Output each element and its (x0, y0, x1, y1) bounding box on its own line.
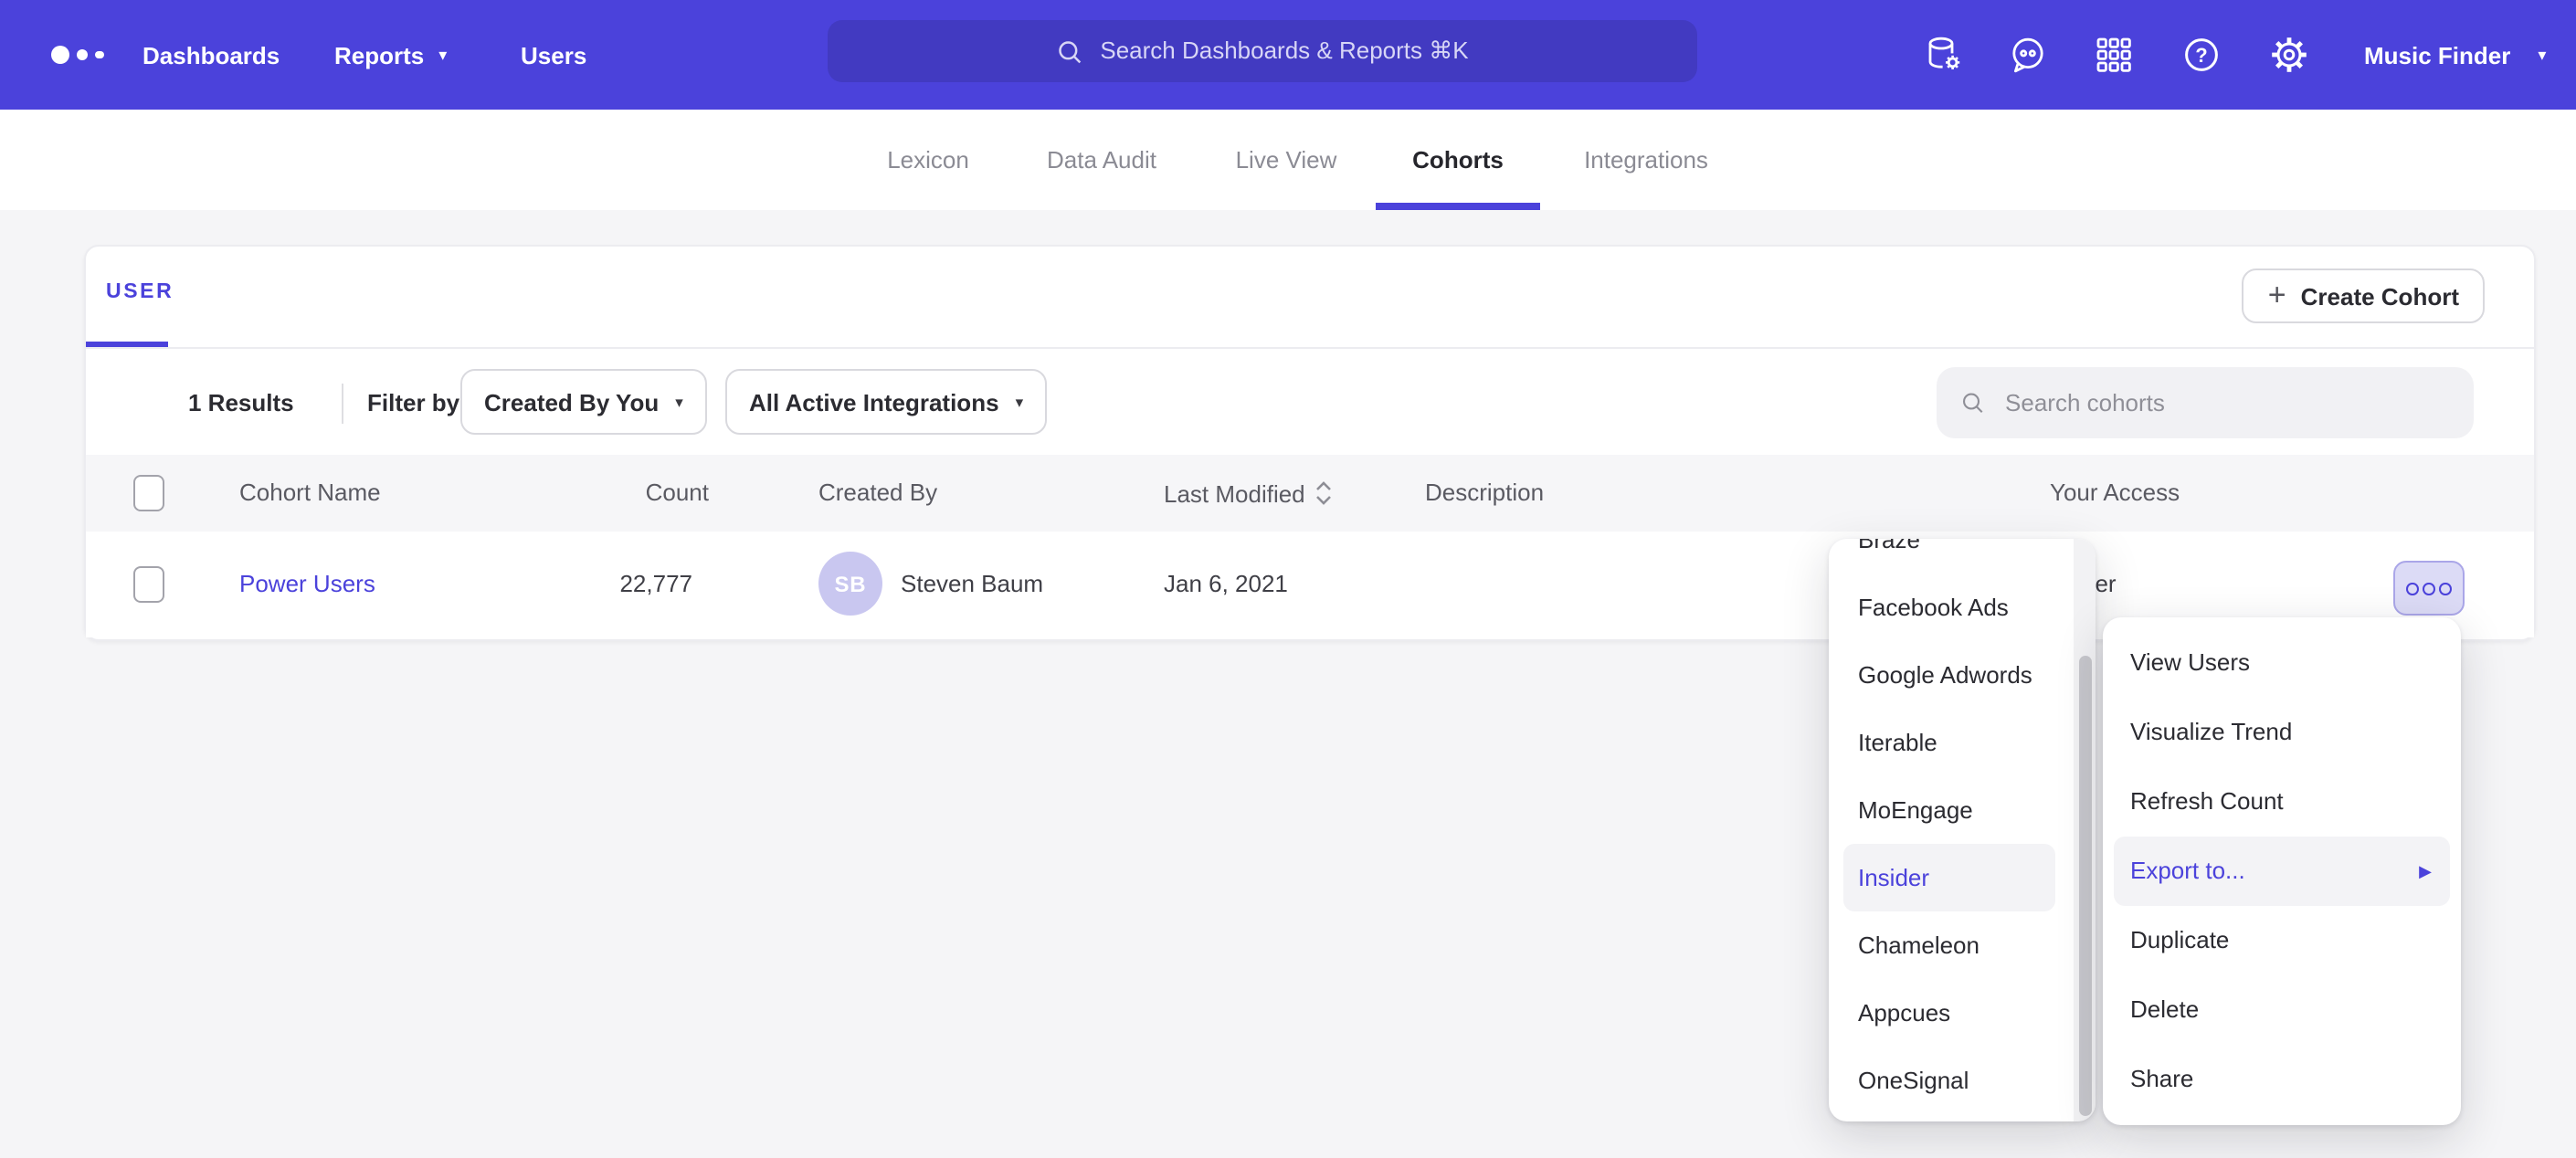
settings-gear-icon[interactable] (2269, 35, 2309, 75)
top-navbar: Dashboards Reports ▾ Users Search Dashbo… (0, 0, 2576, 110)
global-search-placeholder: Search Dashboards & Reports ⌘K (1100, 37, 1468, 66)
nav-reports-label: Reports (334, 41, 424, 68)
apps-grid-icon[interactable] (2094, 35, 2134, 75)
col-cohort-name: Cohort Name (239, 455, 381, 532)
tab-live-view[interactable]: Live View (1236, 110, 1337, 210)
created-by-filter-dropdown[interactable]: Created By You ▾ (460, 369, 707, 435)
select-all-checkbox[interactable] (133, 475, 164, 511)
results-count: 1 Results (188, 349, 294, 458)
integrations-filter-dropdown[interactable]: All Active Integrations ▾ (725, 369, 1047, 435)
row-context-menu: View Users Visualize Trend Refresh Count… (2103, 617, 2461, 1125)
menu-item-facebook-ads[interactable]: Facebook Ads (1829, 574, 2074, 641)
cohorts-card: USER + Create Cohort 1 Results Filter by… (84, 245, 2536, 641)
sort-icon (1316, 480, 1333, 506)
export-to-submenu-list: Braze Facebook Ads Google Adwords Iterab… (1829, 539, 2074, 1114)
project-name: Music Finder (2364, 41, 2510, 68)
col-count: Count (599, 455, 709, 532)
nav-users-label: Users (521, 41, 586, 68)
avatar: SB (818, 552, 882, 616)
tab-lexicon[interactable]: Lexicon (887, 110, 969, 210)
submenu-arrow-icon: ▶ (2419, 863, 2432, 879)
col-last-modified-label: Last Modified (1164, 479, 1305, 507)
caret-down-icon: ▾ (1016, 395, 1024, 410)
plus-icon: + (2268, 277, 2286, 313)
menu-item-visualize-trend[interactable]: Visualize Trend (2103, 698, 2461, 767)
row-actions-button[interactable] (2393, 561, 2465, 616)
divider (342, 384, 343, 424)
nav-reports[interactable]: Reports ▾ (334, 0, 447, 110)
cohorts-page: USER + Create Cohort 1 Results Filter by… (0, 210, 2576, 1158)
app-logo-icon[interactable] (51, 0, 103, 110)
active-tab-indicator (1376, 203, 1540, 210)
menu-item-moengage[interactable]: MoEngage (1829, 776, 2074, 844)
menu-item-braze[interactable]: Braze (1829, 539, 2074, 574)
menu-item-view-users[interactable]: View Users (2103, 628, 2461, 698)
export-to-submenu: Braze Facebook Ads Google Adwords Iterab… (1829, 539, 2096, 1121)
menu-item-onesignal[interactable]: OneSignal (1829, 1047, 2074, 1114)
created-by-value: Steven Baum (901, 532, 1043, 637)
feedback-icon[interactable] (2008, 35, 2048, 75)
menu-item-delete[interactable]: Delete (2103, 975, 2461, 1045)
tab-data-audit[interactable]: Data Audit (1047, 110, 1156, 210)
search-icon (1056, 37, 1083, 65)
caret-down-icon: ▾ (675, 395, 683, 410)
integrations-filter-value: All Active Integrations (749, 388, 999, 416)
menu-item-share[interactable]: Share (2103, 1045, 2461, 1114)
tab-cohorts[interactable]: Cohorts (1412, 110, 1504, 210)
data-settings-icon[interactable] (1924, 35, 1964, 75)
caret-down-icon: ▾ (438, 47, 447, 63)
help-icon[interactable]: ? (2181, 35, 2222, 75)
submenu-scrollbar-thumb[interactable] (2078, 656, 2091, 1116)
col-last-modified[interactable]: Last Modified (1164, 455, 1333, 532)
section-tabs: Lexicon Data Audit Live View Cohorts Int… (0, 110, 2576, 212)
nav-dashboards-label: Dashboards (143, 41, 280, 68)
tab-integrations[interactable]: Integrations (1584, 110, 1708, 210)
menu-item-refresh-count[interactable]: Refresh Count (2103, 767, 2461, 837)
ellipsis-icon (2406, 582, 2418, 595)
menu-item-insider[interactable]: Insider (1843, 844, 2055, 911)
nav-dashboards[interactable]: Dashboards (143, 0, 280, 110)
tab-user-cohorts[interactable]: USER (106, 281, 174, 303)
menu-item-export-to[interactable]: Export to... ▶ (2114, 837, 2450, 906)
menu-item-duplicate[interactable]: Duplicate (2103, 906, 2461, 975)
row-checkbox[interactable] (133, 566, 164, 603)
create-cohort-button[interactable]: + Create Cohort (2243, 268, 2485, 323)
cohort-search-input[interactable] (2001, 387, 2450, 418)
cohort-count: 22,777 (583, 532, 692, 637)
filter-by-label: Filter by (367, 349, 459, 458)
menu-item-appcues[interactable]: Appcues (1829, 979, 2074, 1047)
nav-users[interactable]: Users (521, 0, 586, 110)
create-cohort-label: Create Cohort (2301, 282, 2459, 310)
menu-item-export-to-label: Export to... (2130, 837, 2245, 906)
global-search-bar[interactable]: Search Dashboards & Reports ⌘K (828, 20, 1697, 82)
created-by-filter-value: Created By You (484, 388, 659, 416)
col-your-access: Your Access (2050, 455, 2180, 532)
screen: Dashboards Reports ▾ Users Search Dashbo… (0, 0, 2576, 1158)
col-created-by: Created By (818, 455, 937, 532)
search-icon (1960, 389, 1985, 416)
last-modified-value: Jan 6, 2021 (1164, 532, 1288, 637)
table-header-row: Cohort Name Count Created By Last Modifi… (86, 455, 2534, 533)
caret-down-icon: ▾ (2538, 47, 2546, 63)
menu-item-iterable[interactable]: Iterable (1829, 709, 2074, 776)
col-description: Description (1425, 455, 1544, 532)
menu-item-google-adwords[interactable]: Google Adwords (1829, 641, 2074, 709)
svg-text:?: ? (2195, 44, 2207, 67)
menu-item-chameleon[interactable]: Chameleon (1829, 911, 2074, 979)
cohort-name-link[interactable]: Power Users (239, 532, 375, 637)
project-switcher[interactable]: Music Finder ▾ (2364, 0, 2546, 110)
cohort-search-field (1937, 367, 2474, 438)
